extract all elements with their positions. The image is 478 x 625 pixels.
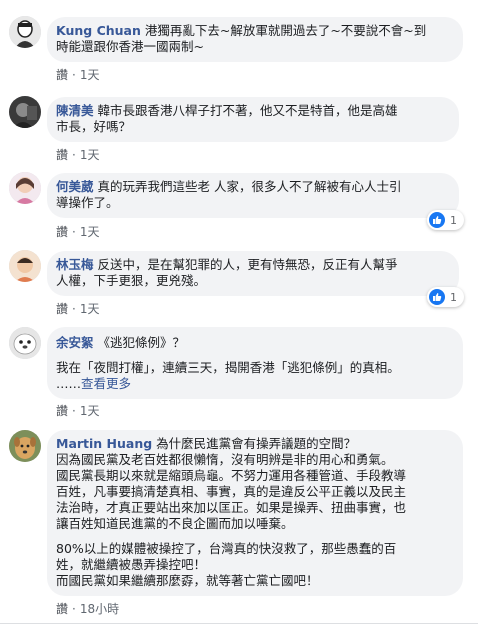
like-thumb-icon: [429, 212, 445, 228]
comment-actions: 讚 · 1天: [56, 404, 100, 418]
like-button[interactable]: 讚: [56, 148, 68, 162]
comment-text: 為什麼民進黨會有操弄議題的空間？: [152, 436, 357, 451]
comment-text: 80%以上的媒體被操控了，台灣真的快沒救了，那些愚蠢的百: [56, 541, 397, 556]
comment-text: 港獨再亂下去~解放軍就開過去了~不要說不會~到: [140, 23, 427, 38]
comment-text: 反送中，是在幫犯罪的人，更有恃無恐，反正有人幫爭: [93, 257, 398, 272]
comment-bubble: 陳清美 韓市長跟香港八桿子打不著，他又不是特首，他是高雄 市長，好嗎？: [47, 97, 459, 142]
comment-actions: 讚 · 18小時: [56, 602, 120, 616]
like-button[interactable]: 讚: [56, 602, 68, 616]
commenter-name[interactable]: Martin Huang: [56, 436, 152, 451]
avatar[interactable]: [9, 172, 41, 204]
comment-actions: 讚 · 1天: [56, 148, 100, 162]
comment-bubble: Kung Chuan 港獨再亂下去~解放軍就開過去了~不要說不會~到 時能還跟你…: [47, 17, 463, 62]
avatar[interactable]: [9, 327, 41, 359]
comment-text: 時能還跟你香港一國兩制~: [56, 39, 204, 54]
ellipsis: ……: [56, 376, 81, 391]
commenter-name[interactable]: 林玉梅: [56, 257, 94, 272]
divider: [0, 623, 478, 624]
commenter-name[interactable]: 何美葳: [56, 179, 94, 194]
comment-bubble: Martin Huang 為什麼民進黨會有操弄議題的空間？ 因為國民黨及老百姓都…: [47, 430, 463, 596]
timestamp[interactable]: 1天: [80, 404, 100, 418]
commenter-name[interactable]: 陳清美: [56, 103, 94, 118]
commenter-name[interactable]: 余安絮: [56, 335, 94, 350]
like-button[interactable]: 讚: [56, 302, 68, 316]
like-button[interactable]: 讚: [56, 225, 68, 239]
comment-actions: 讚 · 1天: [56, 225, 100, 239]
like-thumb-icon: [429, 289, 445, 305]
comment-text: 國民黨長期以來就是縮頭烏龜。不努力運用各種管道、手段教導: [56, 468, 407, 483]
comment-feed: Kung Chuan 港獨再亂下去~解放軍就開過去了~不要說不會~到 時能還跟你…: [0, 0, 478, 625]
commenter-name[interactable]: Kung Chuan: [56, 23, 141, 38]
reaction-number: 1: [450, 290, 457, 304]
comment-text: 人權，下手更狠，更兇殘。: [56, 273, 207, 288]
like-button[interactable]: 讚: [56, 68, 68, 82]
reaction-count[interactable]: 1: [427, 210, 464, 230]
comment-text: 導操作了。: [56, 195, 119, 210]
comment-spacer: [56, 532, 451, 541]
comment-actions: 讚 · 1天: [56, 302, 100, 316]
comment-text: 市長，好嗎？: [56, 119, 132, 134]
like-button[interactable]: 讚: [56, 404, 68, 418]
comment-text: 姓，就繼續被愚弄操控吧！: [56, 557, 207, 572]
avatar[interactable]: [9, 250, 41, 282]
see-more-link[interactable]: 查看更多: [81, 376, 131, 391]
comment-text: 韓市長跟香港八桿子打不著，他又不是特首，他是高雄: [93, 103, 398, 118]
comment-text: 百姓，凡事要搞清楚真相、事實，真的是違反公平正義以及民主: [56, 484, 407, 499]
comment-bubble: 林玉梅 反送中，是在幫犯罪的人，更有恃無恐，反正有人幫爭 人權，下手更狠，更兇殘…: [47, 251, 459, 296]
comment-text: 因為國民黨及老百姓都很懶惰，沒有明辨是非的用心和勇氣。: [56, 452, 394, 467]
comment-text: 而國民黨如果繼續那麼孬，就等著亡黨亡國吧！: [56, 573, 319, 588]
comment-text: 《逃犯條例》？: [93, 335, 185, 350]
comment-spacer: [56, 351, 451, 360]
comment-bubble: 余安絮 《逃犯條例》？ 我在「夜問打權」，連續三天，揭開香港「逃犯條例」的真相。…: [47, 327, 463, 399]
comment-text: 讓百姓知道民進黨的不良企圖而加以唾棄。: [56, 516, 294, 531]
comment-text: 我在「夜問打權」，連續三天，揭開香港「逃犯條例」的真相。: [56, 360, 400, 375]
avatar[interactable]: [9, 96, 41, 128]
timestamp[interactable]: 1天: [80, 148, 100, 162]
avatar[interactable]: [9, 16, 41, 48]
reaction-count[interactable]: 1: [427, 287, 464, 307]
timestamp[interactable]: 18小時: [80, 602, 119, 616]
comment-bubble: 何美葳 真的玩弄我們這些老 人家，很多人不了解被有心人士引 導操作了。: [47, 173, 459, 218]
comment-actions: 讚 · 1天: [56, 68, 100, 82]
timestamp[interactable]: 1天: [80, 68, 100, 82]
reaction-number: 1: [450, 213, 457, 227]
timestamp[interactable]: 1天: [80, 225, 100, 239]
timestamp[interactable]: 1天: [80, 302, 100, 316]
comment-text: 真的玩弄我們這些老 人家，很多人不了解被有心人士引: [93, 179, 402, 194]
comment-text: 法治時，才真正要站出來加以匡正。如果是操弄、扭曲事實，也: [56, 500, 407, 515]
avatar[interactable]: [9, 430, 41, 462]
